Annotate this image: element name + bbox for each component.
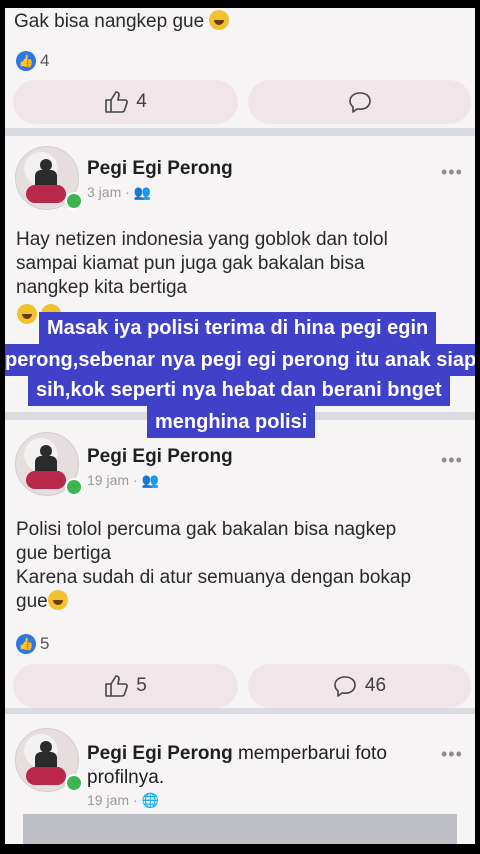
caption-line-4: menghina polisi [147, 406, 316, 438]
reaction-count: 5 [40, 634, 50, 653]
author-name[interactable]: Pegi Egi Perong memperbarui foto profiln… [87, 742, 427, 790]
reaction-count: 4 [40, 51, 50, 70]
laughing-emoji-icon [47, 590, 68, 610]
caption-line-3: sih,kok seperti nya hebat dan berani bng… [28, 374, 450, 406]
comment-button[interactable] [248, 80, 471, 124]
author-name[interactable]: Pegi Egi Perong [87, 158, 233, 180]
screen: Gak bisa nangkep gue 👍 4 4 Pegi Egi Pero… [5, 8, 475, 844]
thumbs-up-icon [105, 675, 129, 697]
friends-icon: 👥 [141, 472, 159, 488]
post-meta: 19 jam · 👥 [87, 472, 159, 488]
thumbs-up-icon [105, 91, 129, 113]
post-text: Hay netizen indonesia yang goblok dan to… [16, 229, 388, 298]
more-options-icon[interactable]: ••• [441, 162, 463, 183]
top-post-card: Gak bisa nangkep gue 👍 4 4 [5, 8, 475, 128]
comment-button[interactable]: 46 [248, 664, 471, 708]
post-card-2: Pegi Egi Perong 19 jam · 👥 ••• Polisi to… [5, 420, 475, 708]
laughing-emoji-icon [209, 10, 230, 30]
like-reaction-icon: 👍 [16, 51, 36, 71]
like-button[interactable]: 5 [13, 664, 238, 708]
friends-icon: 👥 [133, 184, 152, 200]
comment-icon [348, 92, 371, 113]
online-status-indicator [65, 774, 83, 792]
like-reaction-icon: 👍 [16, 634, 36, 654]
profile-photo-preview[interactable] [23, 814, 457, 844]
more-options-icon[interactable]: ••• [441, 744, 463, 765]
online-status-indicator [65, 192, 83, 210]
post-meta: 3 jam · 👥 [87, 184, 152, 200]
globe-icon: 🌐 [141, 792, 159, 808]
online-status-indicator [65, 478, 83, 496]
caption-line-1: Masak iya polisi terima di hina pegi egi… [39, 312, 437, 344]
caption-line-2: perong,sebenar nya pegi egi perong itu a… [5, 344, 475, 376]
post-text: Polisi tolol percuma gak bakalan bisa na… [16, 519, 412, 612]
comment-icon [334, 676, 356, 697]
laughing-emoji-icon [17, 304, 37, 324]
like-button[interactable]: 4 [13, 80, 238, 124]
top-post-text: Gak bisa nangkep gue [14, 10, 230, 34]
more-options-icon[interactable]: ••• [441, 450, 463, 471]
post-meta: 19 jam · 🌐 [87, 792, 159, 808]
author-name[interactable]: Pegi Egi Perong [87, 446, 233, 468]
